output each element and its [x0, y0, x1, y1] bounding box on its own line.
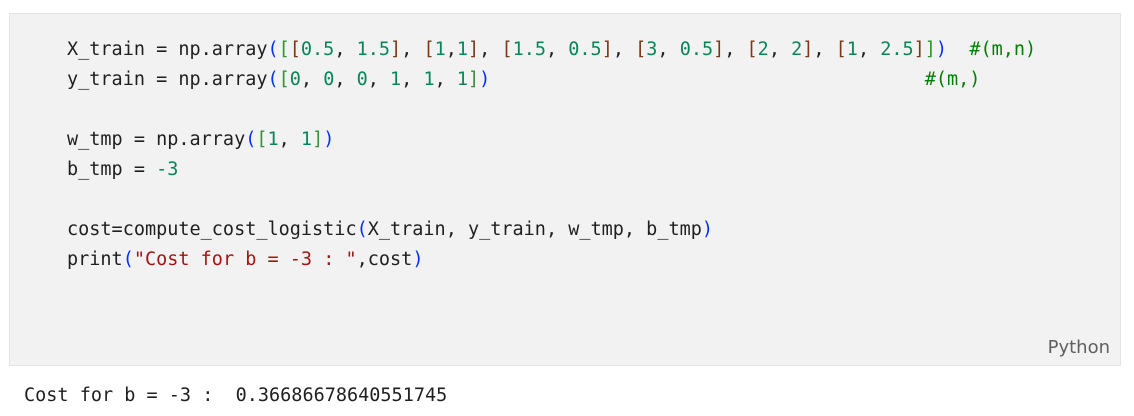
code-token: ,	[401, 69, 424, 90]
number-token: 3	[646, 39, 658, 60]
number-token: 1	[267, 129, 279, 150]
number-token: 0.5	[300, 39, 335, 60]
code-token: ,	[546, 39, 569, 60]
bracket-token: ]	[390, 39, 402, 60]
code-token: ,	[857, 39, 881, 60]
number-token: 1	[846, 39, 858, 60]
bracket-token: [	[289, 39, 301, 60]
code-token: ,	[479, 39, 502, 60]
bracket-token: (	[267, 39, 279, 60]
number-token: 1	[390, 69, 402, 90]
cell-output: Cost for b = -3 : 0.36686678640551745	[24, 385, 448, 406]
number-token: 2.5	[880, 39, 914, 60]
code-token: ,	[724, 39, 747, 60]
bracket-token: )	[935, 39, 948, 60]
bracket-token: [	[256, 129, 268, 150]
bracket-token: ]	[312, 129, 324, 150]
bracket-token: ]	[468, 69, 480, 90]
number-token: 2	[791, 39, 803, 60]
number-token: 0.5	[679, 39, 714, 60]
bracket-token: [	[746, 39, 758, 60]
language-label[interactable]: Python	[1048, 337, 1110, 358]
code-line: X_train = np.array([[0.5, 1.5], [1,1], […	[67, 35, 1036, 65]
code-token: X_train, y_train, w_tmp, b_tmp	[367, 219, 702, 240]
code-token: w_tmp = np.array	[67, 129, 246, 150]
code-token: ,	[768, 39, 792, 60]
number-token: 1	[456, 39, 469, 60]
bracket-token: ]	[713, 39, 725, 60]
bracket-token: [	[501, 39, 513, 60]
bracket-token: [	[835, 39, 847, 60]
number-token: -3	[156, 159, 179, 180]
code-token: ,	[334, 69, 357, 90]
code-line: y_train = np.array([0, 0, 0, 1, 1, 1]) #…	[67, 65, 1036, 95]
code-line: print("Cost for b = -3 : ",cost)	[67, 245, 1036, 275]
comment-token: #(m,n)	[969, 39, 1037, 60]
number-token: 1	[300, 129, 313, 150]
bracket-token: (	[267, 69, 279, 90]
code-token: ,	[401, 39, 424, 60]
code-token: ,	[278, 129, 301, 150]
bracket-token: [	[278, 69, 290, 90]
comment-token: #(m,)	[924, 69, 981, 90]
bracket-token: )	[479, 69, 491, 90]
string-token: "Cost for b = -3 : "	[133, 249, 357, 270]
number-token: 0	[289, 69, 301, 90]
code-token: X_train = np.array	[67, 39, 268, 60]
code-token: ,	[445, 39, 457, 60]
number-token: 1	[434, 39, 446, 60]
code-token: ,	[300, 69, 324, 90]
code-token: b_tmp =	[67, 159, 157, 180]
code-token: ,	[657, 39, 680, 60]
bracket-token: [	[278, 39, 290, 60]
number-token: 1	[423, 69, 435, 90]
number-token: 2	[757, 39, 769, 60]
code-line: b_tmp = -3	[67, 155, 1036, 185]
number-token: 1	[456, 69, 469, 90]
bracket-token: ]	[468, 39, 480, 60]
bracket-token: [	[423, 39, 435, 60]
code-editor[interactable]: X_train = np.array([[0.5, 1.5], [1,1], […	[67, 35, 1036, 275]
code-line: cost=compute_cost_logistic(X_train, y_tr…	[67, 215, 1036, 245]
bracket-token: ]	[601, 39, 613, 60]
code-token: ,cost	[356, 249, 413, 270]
code-token: ,	[334, 39, 357, 60]
bracket-token: )	[412, 249, 424, 270]
code-token: y_train = np.array	[67, 69, 268, 90]
bracket-token: (	[122, 249, 134, 270]
code-token: ,	[367, 69, 391, 90]
number-token: 1.5	[356, 39, 391, 60]
number-token: 0	[323, 69, 335, 90]
code-token: ,	[434, 69, 457, 90]
code-token: print	[67, 249, 123, 270]
bracket-token: )	[323, 129, 335, 150]
code-line: w_tmp = np.array([1, 1])	[67, 125, 1036, 155]
bracket-token: )	[701, 219, 714, 240]
bracket-token: ]	[924, 39, 936, 60]
code-token: ,	[813, 39, 836, 60]
number-token: 1.5	[512, 39, 546, 60]
code-token: cost=compute_cost_logistic	[67, 219, 357, 240]
number-token: 0.5	[568, 39, 602, 60]
bracket-token: ]	[913, 39, 925, 60]
code-token: ,	[612, 39, 636, 60]
code-cell[interactable]: X_train = np.array([[0.5, 1.5], [1,1], […	[9, 13, 1121, 366]
number-token: 0	[356, 69, 368, 90]
bracket-token: (	[356, 219, 368, 240]
bracket-token: [	[635, 39, 647, 60]
bracket-token: (	[245, 129, 257, 150]
bracket-token: ]	[802, 39, 814, 60]
